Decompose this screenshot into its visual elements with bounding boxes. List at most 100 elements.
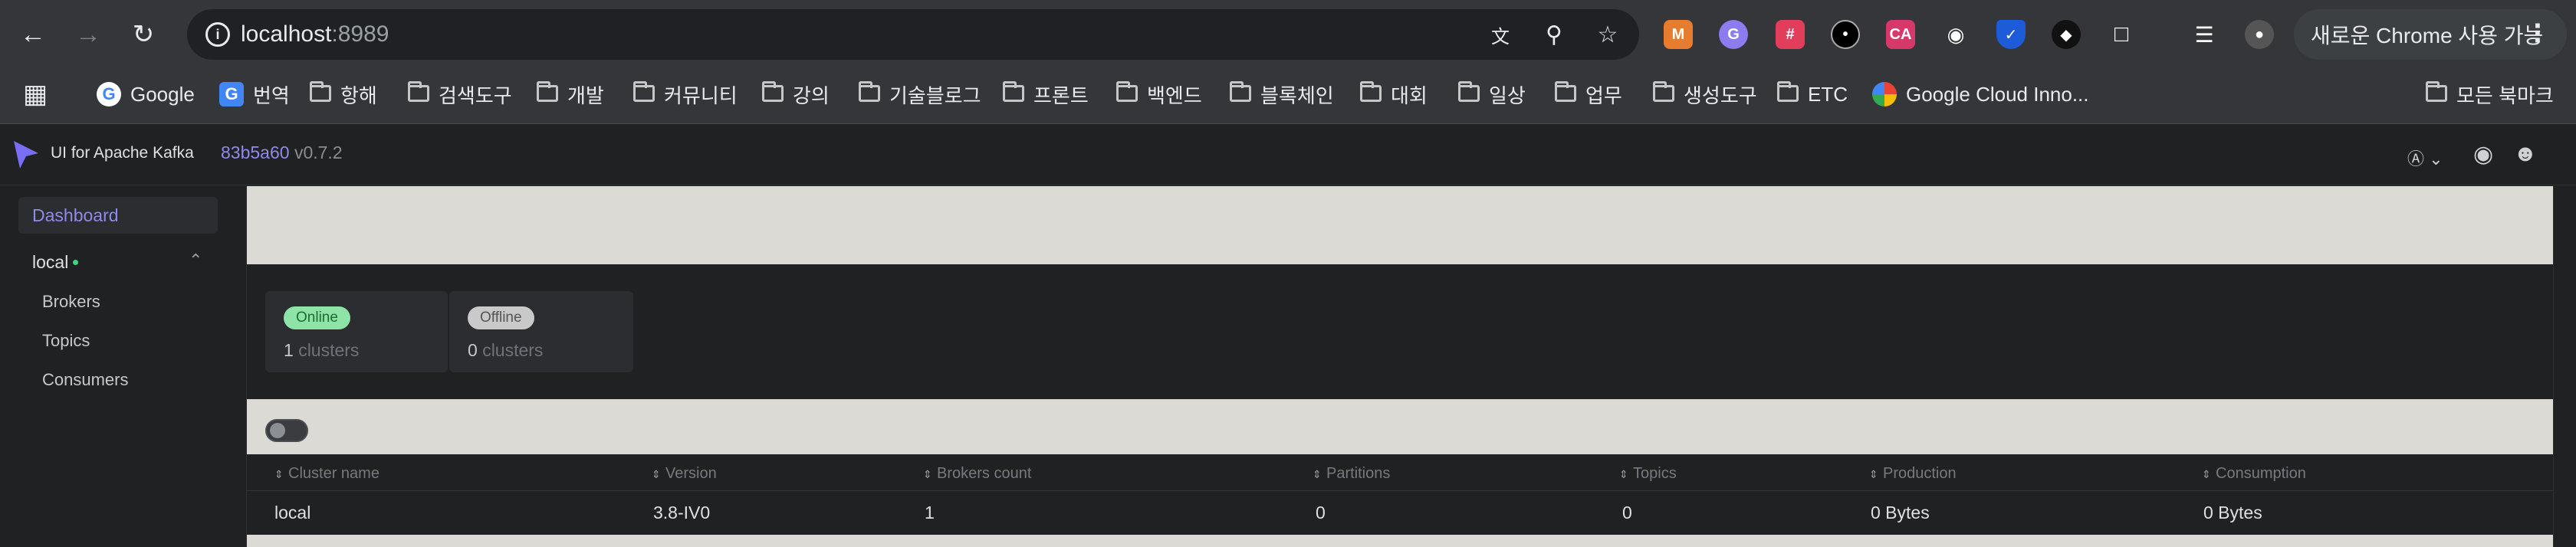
- col-header-version[interactable]: ⇕ Version: [652, 465, 717, 483]
- bookmark-label: 백엔드: [1147, 84, 1202, 107]
- offline-badge: Offline: [468, 306, 534, 329]
- cell-consumption: 0 Bytes: [2203, 503, 2262, 522]
- more-menu-icon[interactable]: ⋮: [2525, 18, 2550, 47]
- github-icon[interactable]: ◉: [2473, 141, 2493, 168]
- diamond-extension-icon[interactable]: ◆: [2052, 20, 2081, 49]
- bookmark-item[interactable]: 검색도구: [408, 78, 512, 110]
- apps-grid-icon[interactable]: ▦: [23, 78, 48, 110]
- bookmark-label: 일상: [1489, 84, 1526, 107]
- forward-icon[interactable]: →: [71, 17, 106, 52]
- discord-icon[interactable]: ☻: [2513, 141, 2538, 167]
- col-header-topics[interactable]: ⇕ Topics: [1619, 465, 1677, 483]
- sidebar-item-dashboard[interactable]: Dashboard: [18, 197, 218, 234]
- bookmark-item[interactable]: 개발: [537, 78, 604, 110]
- translate-icon: G: [219, 82, 244, 106]
- col-header-cluster-name[interactable]: ⇕ Cluster name: [274, 465, 380, 483]
- bookmark-item[interactable]: 프론트: [1003, 78, 1089, 110]
- sidebar: Dashboard local ⌃ Brokers Topics Consume…: [0, 186, 247, 547]
- translate-icon[interactable]: 文: [1486, 20, 1515, 49]
- table-row[interactable]: local 3.8-IV0 1 0 0 0 Bytes 0 Bytes: [247, 492, 2553, 533]
- folder-icon: [1653, 81, 1674, 102]
- bookmark-label: 프론트: [1033, 84, 1089, 107]
- commit-link[interactable]: 83b5a60: [221, 142, 290, 162]
- bookmark-label: 업무: [1585, 84, 1622, 107]
- app-title[interactable]: UI for Apache Kafka: [51, 144, 194, 162]
- sidebar-item-consumers[interactable]: Consumers: [42, 370, 128, 390]
- bookmark-label: Google Cloud Inno...: [1906, 82, 2089, 106]
- reload-icon[interactable]: ↻: [126, 17, 161, 52]
- bookmark-item[interactable]: 일상: [1458, 78, 1526, 110]
- folder-icon: [633, 81, 655, 102]
- kafka-ui-logo-icon[interactable]: [12, 139, 40, 170]
- app-header: [0, 124, 2576, 185]
- bookmark-star-icon[interactable]: ☆: [1593, 20, 1622, 49]
- online-stat-card: Online 1 clusters: [265, 291, 448, 372]
- bookmark-label: 생성도구: [1684, 84, 1757, 107]
- col-header-partitions[interactable]: ⇕ Partitions: [1313, 465, 1390, 483]
- zoom-icon[interactable]: ⚲: [1539, 20, 1569, 49]
- col-header-brokers-count[interactable]: ⇕ Brokers count: [923, 465, 1031, 483]
- offline-stat-card: Offline 0 clusters: [449, 291, 633, 372]
- sidebar-item-brokers[interactable]: Brokers: [42, 292, 100, 312]
- profile-avatar-icon[interactable]: ●: [2245, 20, 2274, 49]
- bookmark-label: 커뮤니티: [664, 84, 738, 107]
- bookmark-label: 강의: [793, 84, 830, 107]
- url-text[interactable]: localhost:8989: [241, 21, 389, 47]
- cell-cluster-name[interactable]: local: [274, 503, 310, 523]
- folder-icon: [1360, 81, 1382, 102]
- col-header-consumption[interactable]: ⇕ Consumption: [2202, 465, 2306, 483]
- offline-count: 0 clusters: [468, 340, 544, 360]
- bookmark-item[interactable]: Google Cloud Inno...: [1872, 78, 2089, 110]
- bookmark-item[interactable]: 기술블로그: [859, 78, 981, 110]
- folder-icon: [859, 81, 880, 102]
- bookmark-label: 검색도구: [439, 84, 512, 107]
- bookmark-item[interactable]: 블록체인: [1230, 78, 1334, 110]
- cell-production: 0 Bytes: [1871, 503, 1930, 522]
- only-offline-toggle[interactable]: [265, 419, 308, 442]
- bookmark-item[interactable]: 항해: [310, 78, 377, 110]
- bookmark-all[interactable]: 모든 북마크: [2426, 78, 2554, 110]
- google-icon: G: [97, 82, 121, 106]
- main-content: Online 1 clusters Offline 0 clusters ⇕ Cl…: [247, 186, 2553, 547]
- folder-icon: [1116, 81, 1138, 102]
- sidebar-cluster-local[interactable]: local: [32, 252, 79, 273]
- bookmark-item[interactable]: 백엔드: [1116, 78, 1202, 110]
- bottom-band: [247, 535, 2553, 547]
- caption-extension-icon[interactable]: CA: [1886, 20, 1915, 49]
- table-header: ⇕ Cluster name ⇕ Version ⇕ Brokers count ⇕ P…: [247, 454, 2553, 491]
- ghost-extension-icon[interactable]: G: [1719, 20, 1748, 49]
- glasses-extension-icon[interactable]: ◉: [1941, 20, 1970, 49]
- bookmark-label: 대회: [1391, 84, 1428, 107]
- back-icon[interactable]: ←: [15, 17, 51, 52]
- shield-extension-icon[interactable]: ✓: [1996, 20, 2026, 49]
- site-info-icon[interactable]: i: [205, 22, 230, 47]
- bookmark-item[interactable]: 커뮤니티: [633, 78, 738, 110]
- bookmark-item[interactable]: 생성도구: [1653, 78, 1757, 110]
- browser-toolbar: ← → ↻ i localhost:8989 文 ⚲ ☆ M G # • CA …: [0, 0, 2576, 70]
- address-bar[interactable]: i localhost:8989 文 ⚲ ☆: [187, 9, 1639, 60]
- chevron-up-icon[interactable]: ⌃: [189, 251, 202, 270]
- bookmark-item[interactable]: 강의: [762, 78, 830, 110]
- bookmark-label: 항해: [340, 84, 377, 107]
- bookmark-item[interactable]: G 번역: [219, 78, 290, 110]
- media-queue-icon[interactable]: ☰: [2190, 20, 2219, 49]
- chrome-update-button[interactable]: 새로운 Chrome 사용 가능 ⋮: [2294, 9, 2567, 60]
- cell-brokers-count: 1: [925, 503, 935, 522]
- theme-select-icon[interactable]: Ⓐ ⌄: [2407, 146, 2443, 170]
- bookmark-item[interactable]: G Google: [97, 78, 195, 110]
- filter-band: [247, 399, 2553, 454]
- metamask-extension-icon[interactable]: M: [1664, 20, 1693, 49]
- bookmarks-bar: ▦ G Google G 번역 항해 검색도구 개발 커뮤니티 강의 기술블로그 프론트 백엔드 블록체…: [0, 70, 2576, 124]
- bookmark-label: 번역: [253, 84, 290, 107]
- bookmark-item[interactable]: 대회: [1360, 78, 1428, 110]
- col-header-production[interactable]: ⇕ Production: [1869, 465, 1957, 483]
- folder-icon: [537, 81, 558, 102]
- circle-extension-icon[interactable]: •: [1831, 20, 1860, 49]
- sidebar-item-topics[interactable]: Topics: [42, 331, 90, 351]
- bookmark-item[interactable]: ETC: [1777, 78, 1848, 110]
- extensions-puzzle-icon[interactable]: □: [2107, 20, 2136, 49]
- page-scrollbar[interactable]: [2553, 186, 2576, 547]
- grid-extension-icon[interactable]: #: [1776, 20, 1805, 49]
- bookmark-item[interactable]: 업무: [1555, 78, 1622, 110]
- folder-icon: [1555, 81, 1576, 102]
